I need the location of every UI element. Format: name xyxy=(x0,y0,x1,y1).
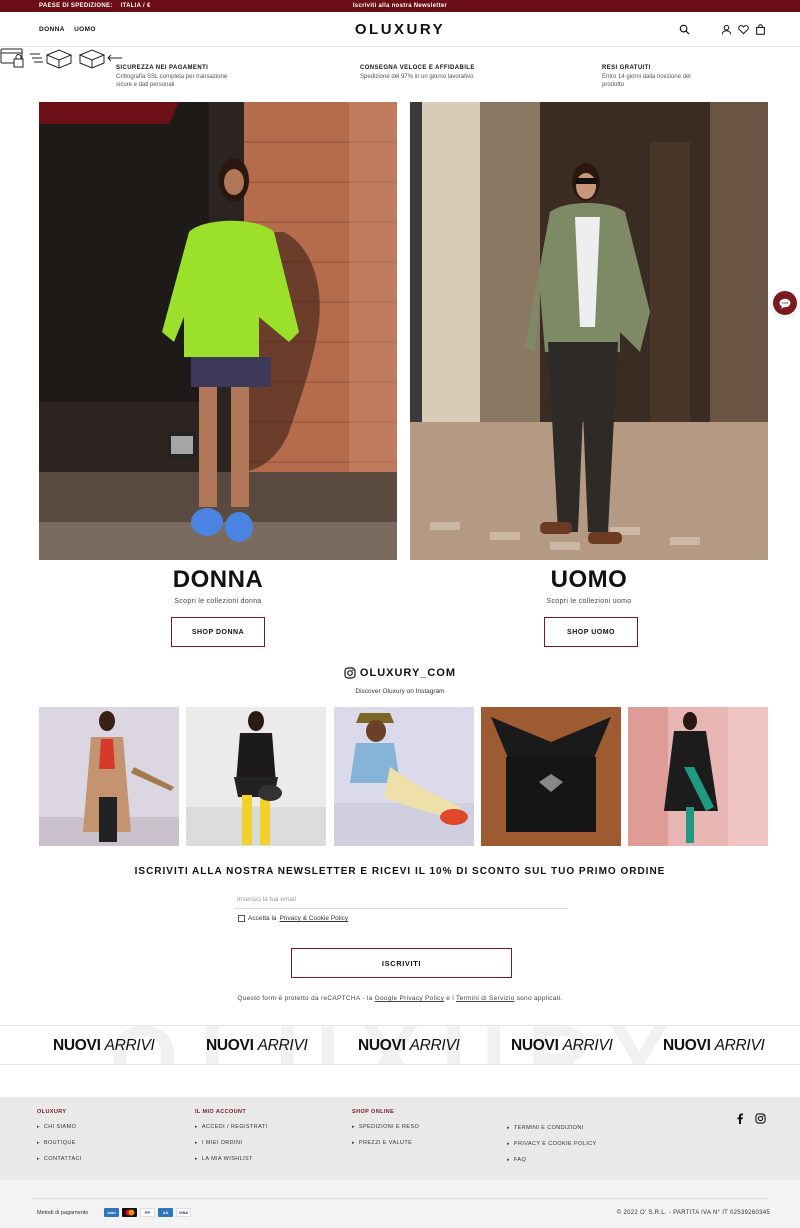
footer-link[interactable]: I MIEI ORDINI xyxy=(195,1140,267,1146)
feature-text: Entro 14 giorni dalla ricezione del xyxy=(602,73,691,80)
instagram-post[interactable] xyxy=(481,707,621,846)
newsletter-link[interactable]: Iscriviti alla nostra Newsletter xyxy=(0,3,800,9)
chat-button[interactable] xyxy=(773,291,797,315)
instagram-caption: Discover Oluxury on Instagram xyxy=(355,688,445,695)
chat-icon xyxy=(779,298,791,309)
footer-column-oluxury: OLUXURY CHI SIAMO BOUTIQUE CONTATTACI xyxy=(37,1109,82,1172)
new-arrivals-label: NUOVI ARRIVI xyxy=(53,1037,155,1054)
footer-link[interactable]: BOUTIQUE xyxy=(37,1140,82,1146)
instagram-section: OLUXURY_COM Discover Oluxury on Instagra… xyxy=(0,666,800,695)
category-subtitle-donna: Scopri le collezioni donna xyxy=(174,598,262,605)
fast-box-icon xyxy=(30,49,73,69)
footer-link[interactable]: CHI SIAMO xyxy=(37,1124,82,1130)
site-header: DONNA UOMO OLUXURY xyxy=(0,12,800,47)
visa-icon: VISA xyxy=(176,1208,191,1217)
footer-link[interactable]: SPEDIZIONI E RESO xyxy=(352,1124,419,1130)
social-links xyxy=(735,1113,766,1124)
feature-shipping: CONSEGNA VELOCE E AFFIDABILE Spedizione … xyxy=(360,64,475,81)
new-arrivals-banner[interactable]: OLUXURY NUOVI ARRIVI NUOVI ARRIVI NUOVI … xyxy=(0,1025,800,1065)
recaptcha-text: e i xyxy=(446,995,455,1002)
feature-returns: RESI GRATUITI Entro 14 giorni dalla rice… xyxy=(602,64,691,90)
newsletter-email-field[interactable] xyxy=(234,891,568,909)
paypal-icon: PP xyxy=(140,1208,155,1217)
privacy-consent: Accetta la Privacy & Cookie Policy xyxy=(238,915,348,922)
terms-of-service-link[interactable]: Termini di Servizio xyxy=(456,995,514,1002)
mastercard-icon xyxy=(122,1208,137,1217)
shop-uomo-button[interactable]: SHOP UOMO xyxy=(544,617,638,647)
subscribe-button[interactable]: ISCRIVITI xyxy=(291,948,512,978)
footer-link[interactable]: PRIVACY E COOKIE POLICY xyxy=(507,1141,597,1147)
category-title-uomo: UOMO xyxy=(550,566,628,593)
new-arrivals-label: NUOVI ARRIVI xyxy=(206,1037,308,1054)
hero-image-uomo[interactable] xyxy=(410,102,768,560)
feature-text: sicure e dati personali xyxy=(116,82,175,88)
footer-bottom: Metodi di pagamento AMEX PP AX VISA © 20… xyxy=(0,1180,800,1228)
instagram-post[interactable] xyxy=(186,707,326,846)
footer-link[interactable]: TERMINI E CONDIZIONI xyxy=(507,1125,597,1131)
payment-methods-label: Metodi di pagamento xyxy=(37,1210,89,1216)
top-bar: PAESE DI SPEDIZIONE: ITALIA / € Iscriviti… xyxy=(0,0,800,12)
feature-text: prodotto xyxy=(602,82,625,88)
recaptcha-text: sono applicati. xyxy=(516,995,563,1002)
shop-donna-button[interactable]: SHOP DONNA xyxy=(171,617,265,647)
privacy-consent-label: Accetta la xyxy=(248,915,277,922)
recaptcha-text: Questo form è protetto da reCAPTCHA - la xyxy=(237,995,373,1002)
site-footer: OLUXURY CHI SIAMO BOUTIQUE CONTATTACI IL… xyxy=(0,1097,800,1180)
divider xyxy=(32,1198,768,1199)
newsletter-title: ISCRIVITI ALLA NOSTRA NEWSLETTER E RICEV… xyxy=(134,866,666,877)
search-icon[interactable] xyxy=(679,24,690,35)
feature-text: Crittografia SSL completa per transazion… xyxy=(116,73,228,80)
instagram-post[interactable] xyxy=(628,707,768,846)
category-title-donna: DONNA xyxy=(172,566,264,593)
cart-icon[interactable] xyxy=(755,24,766,35)
wishlist-icon[interactable] xyxy=(738,24,749,35)
footer-column-legal: TERMINI E CONDIZIONI PRIVACY E COOKIE PO… xyxy=(507,1125,597,1173)
card-lock-icon xyxy=(0,48,24,68)
privacy-policy-link[interactable]: Privacy & Cookie Policy xyxy=(280,915,349,922)
footer-column-shop: SHOP ONLINE SPEDIZIONI E RESO PREZZI E V… xyxy=(352,1109,419,1156)
new-arrivals-label: NUOVI ARRIVI xyxy=(358,1037,460,1054)
account-icon[interactable] xyxy=(721,24,732,35)
instagram-gallery xyxy=(39,707,768,846)
feature-payments: SICUREZZA NEI PAGAMENTI Crittografia SSL… xyxy=(116,64,227,90)
footer-heading: IL MIO ACCOUNT xyxy=(195,1109,247,1115)
copyright: © 2022 O' S.R.L. - PARTITA IVA N° IT 025… xyxy=(616,1210,770,1216)
feature-title: CONSEGNA VELOCE E AFFIDABILE xyxy=(360,65,475,71)
category-subtitle-uomo: Scopri le collezioni uomo xyxy=(546,598,632,605)
footer-link[interactable]: LA MIA WISHLIST xyxy=(195,1156,267,1162)
facebook-icon[interactable] xyxy=(735,1113,745,1124)
amex-card-icon: AMEX xyxy=(104,1208,119,1217)
instagram-handle-text: OLUXURY_COM xyxy=(359,667,457,679)
amex-icon: AX xyxy=(158,1208,173,1217)
footer-heading: OLUXURY xyxy=(37,1109,67,1115)
new-arrivals-label: NUOVI ARRIVI xyxy=(663,1037,765,1054)
footer-link[interactable]: CONTATTACI xyxy=(37,1156,82,1162)
privacy-consent-checkbox[interactable] xyxy=(238,915,245,922)
instagram-post[interactable] xyxy=(334,707,474,846)
footer-heading: SHOP ONLINE xyxy=(352,1109,395,1115)
footer-link[interactable]: PREZZI E VALUTE xyxy=(352,1140,419,1146)
google-privacy-link[interactable]: Google Privacy Policy xyxy=(375,995,445,1002)
footer-column-account: IL MIO ACCOUNT ACCEDI / REGISTRATI I MIE… xyxy=(195,1109,267,1172)
instagram-handle[interactable]: OLUXURY_COM xyxy=(344,667,456,679)
new-arrivals-label: NUOVI ARRIVI xyxy=(511,1037,613,1054)
features-bar: SICUREZZA NEI PAGAMENTI Crittografia SSL… xyxy=(0,47,800,101)
feature-text: Spedizione del 97% in un giorno lavorati… xyxy=(360,73,474,80)
footer-link[interactable]: FAQ xyxy=(507,1157,597,1163)
hero-image-donna[interactable] xyxy=(39,102,397,560)
instagram-post[interactable] xyxy=(39,707,179,846)
instagram-icon xyxy=(344,667,356,679)
feature-title: SICUREZZA NEI PAGAMENTI xyxy=(116,65,209,71)
feature-title: RESI GRATUITI xyxy=(602,65,651,71)
instagram-icon[interactable] xyxy=(755,1113,766,1124)
footer-link[interactable]: ACCEDI / REGISTRATI xyxy=(195,1124,267,1130)
payment-methods: AMEX PP AX VISA xyxy=(104,1208,191,1217)
recaptcha-notice: Questo form è protetto da reCAPTCHA - la… xyxy=(0,995,800,1002)
